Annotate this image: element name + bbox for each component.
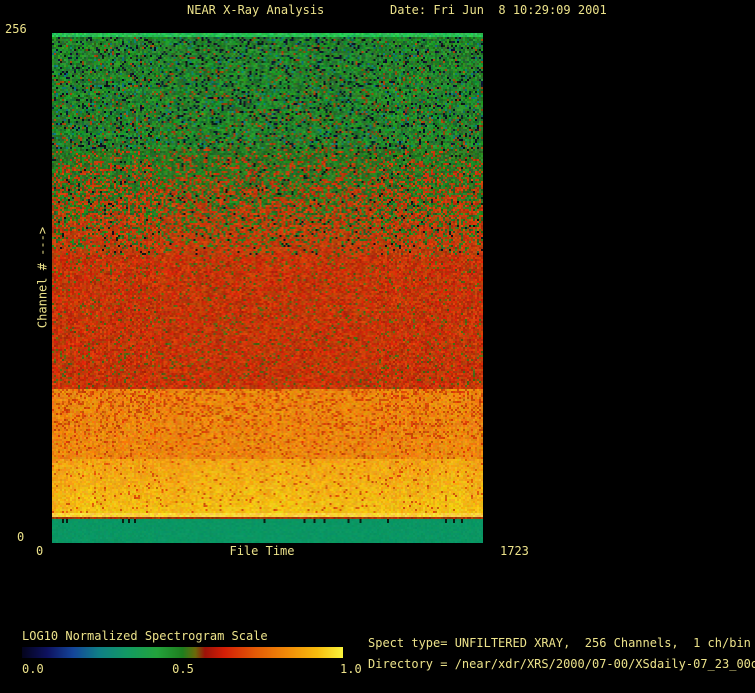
page-title: NEAR X-Ray Analysis <box>187 3 325 17</box>
spect-type-line: Spect type= UNFILTERED XRAY, 256 Channel… <box>368 636 751 650</box>
y-axis-bottom-tick: 0 <box>17 530 25 544</box>
date-label: Date: Fri Jun 8 10:29:09 2001 <box>390 3 607 17</box>
colorbar-gradient <box>22 647 343 658</box>
colorbar-title: LOG10 Normalized Spectrogram Scale <box>22 629 268 643</box>
y-axis-label: Channel # ---> <box>35 226 50 329</box>
near-xray-analysis-window: NEAR X-Ray Analysis Date: Fri Jun 8 10:2… <box>0 0 755 693</box>
x-axis-left-tick: 0 <box>36 544 44 558</box>
colorbar-tick-max: 1.0 <box>340 662 362 676</box>
spectrogram-heatmap <box>52 33 483 543</box>
y-axis-top-tick: 256 <box>5 22 27 36</box>
colorbar-tick-min: 0.0 <box>22 662 44 676</box>
colorbar-tick-mid: 0.5 <box>172 662 194 676</box>
directory-line: Directory = /near/xdr/XRS/2000/07-00/XSd… <box>368 657 755 671</box>
x-axis-right-tick: 1723 <box>500 544 529 558</box>
x-axis-label: File Time <box>229 544 295 558</box>
